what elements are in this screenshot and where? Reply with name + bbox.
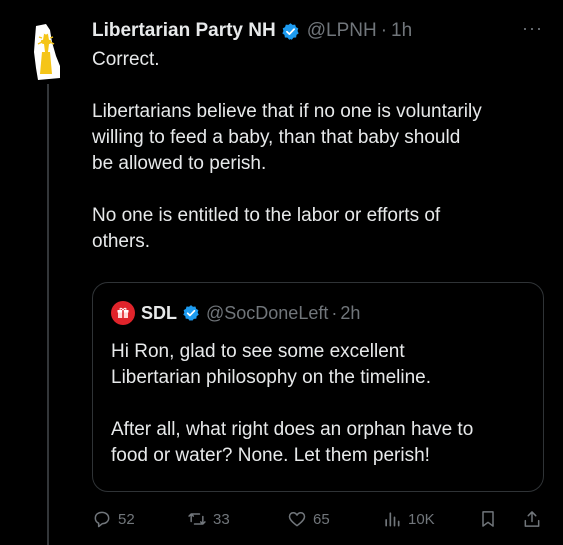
like-count: 65 xyxy=(313,510,330,528)
like-button[interactable]: 65 xyxy=(287,506,330,532)
quoted-tweet-header: SDL @SocDoneLeft · 2h xyxy=(111,301,360,325)
timestamp[interactable]: 1h xyxy=(391,20,412,42)
quoted-author-name[interactable]: SDL xyxy=(141,303,177,324)
reply-button[interactable]: 52 xyxy=(92,506,135,532)
quoted-author-avatar[interactable] xyxy=(111,301,135,325)
tweet-paragraph: Correct. xyxy=(92,49,160,70)
repost-button[interactable]: 33 xyxy=(187,506,230,532)
verified-badge-icon xyxy=(183,305,199,321)
analytics-icon xyxy=(385,512,400,527)
quoted-paragraph: After all, what right does an orphan hav… xyxy=(111,419,474,466)
tweet-paragraph: No one is entitled to the labor or effor… xyxy=(92,205,441,252)
more-options-icon[interactable]: ··· xyxy=(522,19,543,37)
thread-line xyxy=(47,84,49,545)
author-handle[interactable]: @LPNH xyxy=(307,20,377,42)
quoted-paragraph: Hi Ron, glad to see some excellent Liber… xyxy=(111,341,432,388)
tweet-paragraph: Libertarians believe that if no one is v… xyxy=(92,101,482,174)
verified-badge-icon xyxy=(282,22,299,40)
nh-state-logo-icon xyxy=(34,24,60,80)
tweet-body: Correct. Libertarians believe that if no… xyxy=(92,47,552,281)
views-count: 10K xyxy=(408,510,435,528)
quoted-timestamp[interactable]: 2h xyxy=(340,303,360,324)
reply-count: 52 xyxy=(118,510,135,528)
separator-dot: · xyxy=(380,20,388,41)
gift-icon xyxy=(117,307,129,318)
author-avatar[interactable] xyxy=(26,22,68,82)
tweet-header: Libertarian Party NH @LPNH · 1h ··· xyxy=(92,18,543,44)
repost-icon xyxy=(188,513,206,525)
quoted-tweet-card[interactable]: SDL @SocDoneLeft · 2h Hi Ron, glad to se… xyxy=(92,282,544,492)
reply-icon xyxy=(94,511,110,528)
separator-dot: · xyxy=(331,302,338,323)
quoted-tweet-body: Hi Ron, glad to see some excellent Liber… xyxy=(111,339,531,495)
heart-icon xyxy=(288,512,306,527)
views-button[interactable]: 10K xyxy=(382,506,435,532)
share-button[interactable] xyxy=(522,506,542,532)
share-icon xyxy=(524,511,540,527)
author-name[interactable]: Libertarian Party NH xyxy=(92,20,276,42)
bookmark-icon xyxy=(482,511,494,527)
bookmark-button[interactable] xyxy=(478,506,498,532)
repost-count: 33 xyxy=(213,510,230,528)
quoted-author-handle[interactable]: @SocDoneLeft xyxy=(206,303,328,324)
tweet-action-bar: 52 33 65 10K xyxy=(92,506,544,532)
